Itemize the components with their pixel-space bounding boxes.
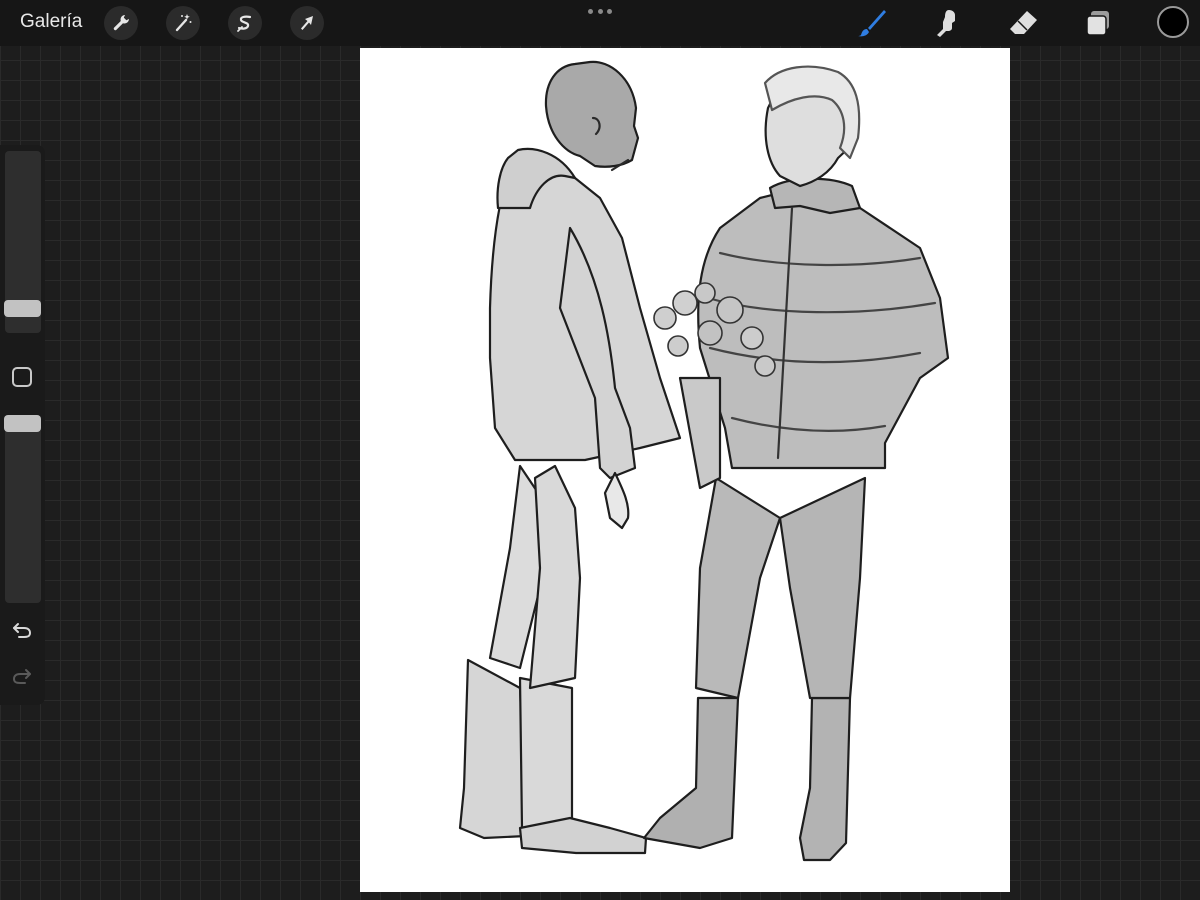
gallery-button[interactable]: Galería (20, 11, 82, 33)
redo-button[interactable] (10, 665, 34, 687)
brush-icon (858, 10, 886, 37)
transform-button[interactable] (290, 6, 324, 40)
modify-button[interactable] (12, 367, 32, 387)
left-sidebar (0, 145, 45, 705)
smudge-icon (937, 10, 955, 37)
undo-icon (13, 623, 32, 638)
opacity-slider[interactable] (5, 415, 41, 603)
actions-wrench-button[interactable] (104, 6, 138, 40)
more-options-handle[interactable] (588, 4, 612, 18)
redo-icon (12, 669, 31, 684)
sketch-artwork (458, 60, 950, 862)
top-toolbar: Galería (0, 0, 1200, 46)
eraser-tool-button[interactable] (1006, 7, 1040, 39)
drawing-canvas[interactable] (360, 48, 1010, 892)
undo-button[interactable] (10, 619, 34, 641)
color-picker-button[interactable] (1157, 6, 1189, 38)
magic-wand-icon (175, 14, 192, 32)
selection-icon (237, 15, 252, 32)
wrench-icon (113, 15, 129, 31)
brush-tool-button[interactable] (855, 7, 889, 39)
layers-icon (1086, 11, 1109, 36)
smudge-tool-button[interactable] (930, 7, 964, 39)
opacity-handle[interactable] (4, 415, 41, 432)
adjustments-button[interactable] (166, 6, 200, 40)
transform-arrow-icon (301, 16, 313, 30)
eraser-icon (1010, 11, 1037, 34)
layers-button[interactable] (1081, 7, 1115, 39)
selection-button[interactable] (228, 6, 262, 40)
brush-size-handle[interactable] (4, 299, 41, 317)
